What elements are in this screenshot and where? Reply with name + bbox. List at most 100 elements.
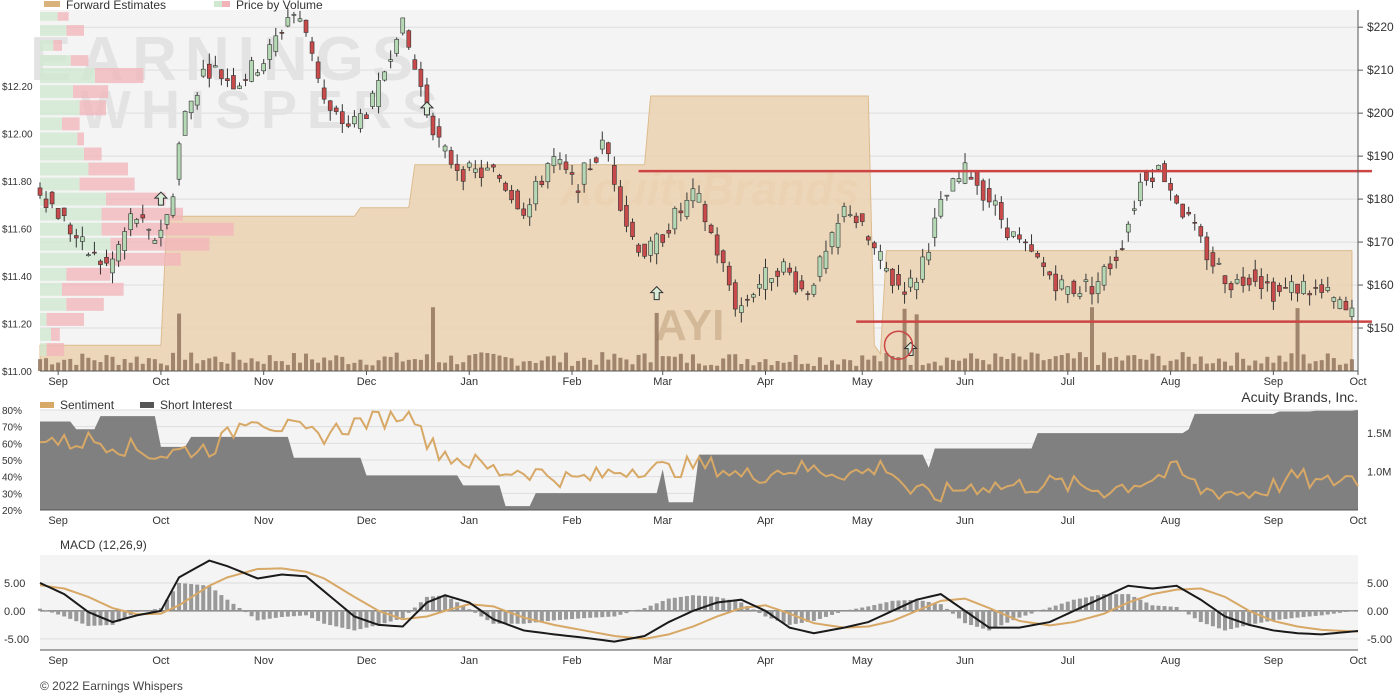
candle-down [1150,177,1155,183]
volume-bar [50,364,55,371]
volume-bar [660,356,665,371]
candle-up [847,214,853,217]
macd-histogram-bar [1295,610,1300,618]
macd-histogram-bar [400,610,405,619]
pbv-down-bar [84,147,102,161]
macd-histogram-bar [872,605,877,611]
volume-bar [1108,358,1113,371]
macd-histogram-bar [751,609,756,611]
macd-histogram-bar [636,609,641,611]
macd-title: MACD (12,26,9) [60,538,147,552]
macd-histogram-bar [563,610,568,620]
volume-bar [811,365,816,371]
volume-bar [932,361,937,371]
candle-down [1144,172,1149,181]
candle-up [1125,223,1131,233]
pbv-down-bar [62,282,124,296]
legend-price-by-volume: Price by Volume [236,0,323,12]
volume-bar [455,364,460,371]
volume-bar [1126,355,1131,371]
volume-bar [606,359,611,371]
candle-down [1017,234,1022,240]
volume-bar [1337,364,1342,371]
volume-bar [908,364,913,371]
volume-bar [612,353,617,371]
candle-up [249,60,254,82]
candle-down [1240,276,1246,286]
volume-bar [388,356,393,371]
candle-down [1053,273,1059,292]
volume-bar [956,360,961,371]
price-axis-label: $180 [1367,192,1394,206]
candle-up [1325,287,1331,291]
macd-histogram-bar [38,608,42,611]
macd-histogram-bar [1186,610,1191,615]
volume-bar [1053,356,1058,371]
volume-bar [406,359,411,371]
legend-swatch-sentiment [40,402,54,408]
macd-histogram-bar [1053,605,1058,611]
legend-forward-estimates: Forward Estimates [66,0,166,12]
macd-histogram-bar [503,610,508,624]
macd-histogram-bar [588,610,593,618]
macd-histogram-bar [243,610,248,613]
volume-bar [152,359,157,371]
candle-down [303,19,309,33]
month-label: Aug [1161,376,1181,388]
candle-up [255,72,260,76]
candle-down [1029,244,1034,252]
macd-histogram-bar [219,595,224,611]
candle-down [1107,263,1113,269]
month-label: Jan [460,515,478,527]
macd-histogram-bar [1222,610,1227,631]
volume-bar [485,353,490,371]
macd-histogram-bar [866,606,871,611]
macd-histogram-bar [261,610,266,620]
candle-down [521,208,526,216]
month-label: Aug [1161,655,1181,667]
stock-chart: $150 $160 $170 $180 $190 $200 $210 $220 $11.00 $1… [2,0,1394,667]
volume-bar [872,355,877,371]
volume-bar [751,365,756,371]
macd-axis-label-right: 5.00 [1367,578,1388,590]
candle-down [1162,163,1167,183]
volume-bar [799,364,804,371]
candle-down [1023,241,1028,244]
volume-bar [830,360,835,371]
volume-bar [207,358,212,371]
volume-bar [672,356,677,371]
price-axis-label: $220 [1367,20,1394,34]
candle-down [418,68,424,87]
volume-bar [975,358,980,371]
macd-histogram-bar [467,609,472,611]
month-label: Feb [563,655,582,667]
volume-bar [267,355,272,371]
volume-bar [733,354,738,371]
volume-bar [715,365,720,371]
pbv-up-bar [40,177,80,191]
candle-up [926,252,932,261]
volume-bar [370,365,375,371]
month-label: Jun [956,376,974,388]
macd-histogram-bar [56,610,61,615]
candle-up [690,188,696,202]
volume-bar [1102,352,1107,371]
candle-down [1222,275,1228,285]
volume-bar [1229,365,1234,371]
candle-down [43,198,49,208]
macd-histogram-bar [1017,610,1022,618]
macd-histogram-bar [823,610,828,617]
volume-bar [322,357,327,371]
eps-axis-label: $11.20 [2,320,32,331]
macd-histogram-bar [672,597,677,611]
volume-bar [400,361,405,371]
volume-bar [134,356,139,371]
candle-down [968,176,974,180]
volume-bar [1277,355,1282,371]
eps-axis-label: $11.00 [2,367,32,378]
month-label: Mar [653,655,672,667]
candle-down [974,171,980,186]
volume-bar [213,356,218,371]
volume-bar [1192,363,1197,371]
month-label: Sep [1264,376,1284,388]
